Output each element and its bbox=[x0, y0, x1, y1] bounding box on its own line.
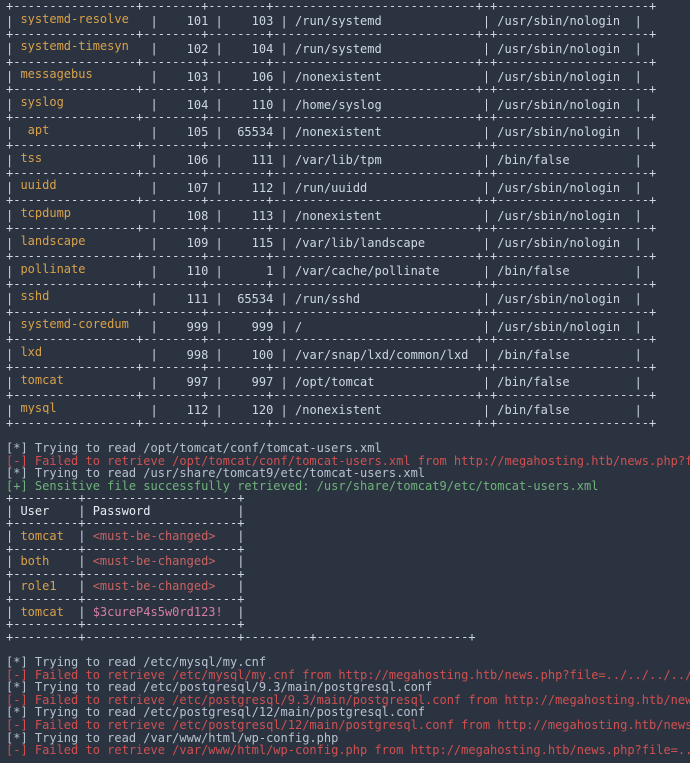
users-row-sep: +-----------------+--------+--------+---… bbox=[6, 27, 656, 41]
user-name: lxd bbox=[20, 346, 143, 359]
user-name: tss bbox=[20, 152, 143, 165]
line: +-----------------+--------+--------+---… bbox=[6, 278, 686, 291]
line: +-----------------+--------+--------+---… bbox=[6, 83, 686, 96]
line: +-----------------+--------+--------+---… bbox=[6, 56, 686, 69]
users-row-sep: +-----------------+--------+--------+---… bbox=[6, 360, 656, 374]
users-row-sep: +-----------------+--------+--------+---… bbox=[6, 166, 656, 180]
line: | sshd | 111 | 65534 | /run/sshd | /usr/… bbox=[6, 290, 686, 305]
user-name: tomcat bbox=[20, 374, 143, 387]
tcu-bottom-sep: +---------+---------------------+-------… bbox=[6, 630, 476, 644]
user-name: uuidd bbox=[20, 179, 143, 192]
line: +-----------------+--------+--------+---… bbox=[6, 167, 686, 180]
line: | messagebus | 103 | 106 | /nonexistent … bbox=[6, 68, 686, 83]
user-name: pollinate bbox=[20, 263, 143, 276]
line: +-----------------+--------+--------+---… bbox=[6, 361, 686, 374]
users-row-sep: +-----------------+--------+--------+---… bbox=[6, 82, 656, 96]
user-name: systemd-coredum bbox=[20, 318, 143, 331]
tcu-sep: +---------+---------------------+ bbox=[6, 592, 244, 606]
line: +-----------------+--------+--------+---… bbox=[6, 417, 686, 430]
line: | lxd | 998 | 100 | /var/snap/lxd/common… bbox=[6, 346, 686, 361]
user-name: messagebus bbox=[20, 68, 143, 81]
users-row-sep: +-----------------+--------+--------+---… bbox=[6, 55, 656, 69]
user-name: systemd-resolve bbox=[20, 13, 143, 26]
line: | mysql | 112 | 120 | /nonexistent | /bi… bbox=[6, 402, 686, 417]
users-row-sep: +-----------------+--------+--------+---… bbox=[6, 0, 656, 13]
line: | tcpdump | 108 | 113 | /nonexistent | /… bbox=[6, 207, 686, 222]
line: | systemd-resolve | 101 | 103 | /run/sys… bbox=[6, 13, 686, 28]
line: | pollinate | 110 | 1 | /var/cache/polli… bbox=[6, 263, 686, 278]
users-bottom-sep: +-----------------+--------+--------+---… bbox=[6, 416, 656, 430]
line: [-] Failed to retrieve /var/www/html/wp-… bbox=[6, 744, 686, 757]
line: | _apt | 105 | 65534 | /nonexistent | /u… bbox=[6, 124, 686, 139]
user-name: _apt bbox=[20, 124, 143, 137]
user-name: tcpdump bbox=[20, 207, 143, 220]
users-row-sep: +-----------------+--------+--------+---… bbox=[6, 277, 656, 291]
line: +-----------------+--------+--------+---… bbox=[6, 389, 686, 402]
line: | systemd-timesyn | 102 | 104 | /run/sys… bbox=[6, 40, 686, 55]
line: +---------+---------------------+-------… bbox=[6, 631, 686, 644]
users-row-sep: +-----------------+--------+--------+---… bbox=[6, 305, 656, 319]
terminal-output: +-----------------+--------+--------+---… bbox=[0, 0, 690, 763]
line: | tomcat | 997 | 997 | /opt/tomcat | /bi… bbox=[6, 374, 686, 389]
line: +-----------------+--------+--------+---… bbox=[6, 333, 686, 346]
users-row-sep: +-----------------+--------+--------+---… bbox=[6, 388, 656, 402]
user-name: sshd bbox=[20, 290, 143, 303]
users-row-sep: +-----------------+--------+--------+---… bbox=[6, 138, 656, 152]
line: | tss | 106 | 111 | /var/lib/tpm | /bin/… bbox=[6, 152, 686, 167]
line: +-----------------+--------+--------+---… bbox=[6, 306, 686, 319]
line: +-----------------+--------+--------+---… bbox=[6, 194, 686, 207]
users-row-sep: +-----------------+--------+--------+---… bbox=[6, 249, 656, 263]
line: +-----------------+--------+--------+---… bbox=[6, 111, 686, 124]
log-line: [-] Failed to retrieve /var/www/html/wp-… bbox=[6, 743, 690, 757]
user-name: mysql bbox=[20, 402, 143, 415]
users-row-sep: +-----------------+--------+--------+---… bbox=[6, 332, 656, 346]
users-row-sep: +-----------------+--------+--------+---… bbox=[6, 221, 656, 235]
users-row-sep: +-----------------+--------+--------+---… bbox=[6, 110, 656, 124]
line: +---------+---------------------+ bbox=[6, 492, 686, 505]
line: +-----------------+--------+--------+---… bbox=[6, 222, 686, 235]
line: | uuidd | 107 | 112 | /run/uuidd | /usr/… bbox=[6, 179, 686, 194]
line: +---------+---------------------+ bbox=[6, 593, 686, 606]
line: | landscape | 109 | 115 | /var/lib/lands… bbox=[6, 235, 686, 250]
user-name: landscape bbox=[20, 235, 143, 248]
user-name: systemd-timesyn bbox=[20, 40, 143, 53]
line: | syslog | 104 | 110 | /home/syslog | /u… bbox=[6, 96, 686, 111]
line: | systemd-coredum | 999 | 999 | / | /usr… bbox=[6, 318, 686, 333]
line: +-----------------+--------+--------+---… bbox=[6, 0, 686, 13]
user-name: syslog bbox=[20, 96, 143, 109]
users-row-sep: +-----------------+--------+--------+---… bbox=[6, 193, 656, 207]
line: +-----------------+--------+--------+---… bbox=[6, 139, 686, 152]
line: +-----------------+--------+--------+---… bbox=[6, 28, 686, 41]
line: +-----------------+--------+--------+---… bbox=[6, 250, 686, 263]
